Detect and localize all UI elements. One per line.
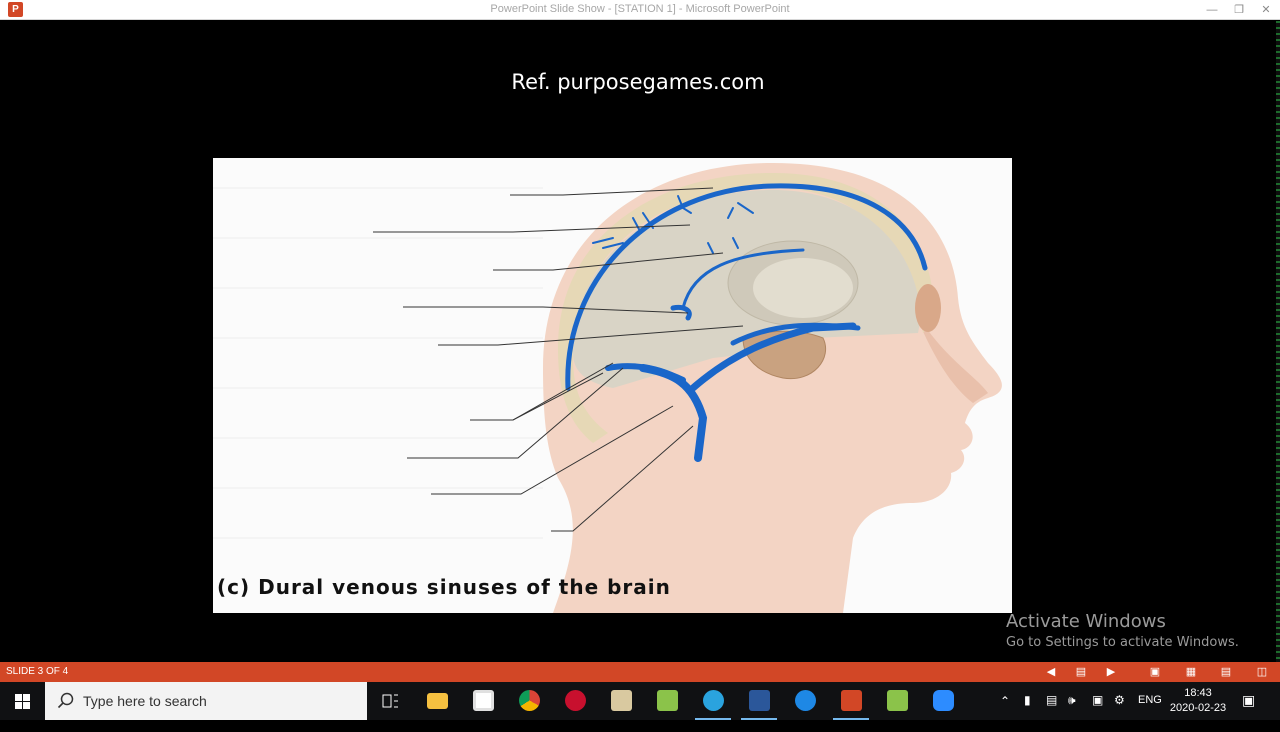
word-icon	[749, 690, 770, 711]
normal-view-icon[interactable]: ▣	[1147, 665, 1163, 679]
taskbar-store[interactable]	[463, 686, 503, 716]
task-view-icon	[382, 694, 398, 708]
taskbar-telegram[interactable]	[693, 686, 733, 720]
zoom-icon	[933, 690, 954, 711]
taskbar-search-box[interactable]: Type here to search	[45, 682, 367, 720]
reading-view-icon[interactable]: ▤	[1218, 665, 1234, 679]
clock-date: 2020-02-23	[1169, 702, 1227, 714]
slideshow-statusbar: SLIDE 3 OF 4 ◀ ▤ ▶ ▣ ▦ ▤ ◫	[0, 662, 1280, 682]
next-slide-icon[interactable]: ▶	[1103, 665, 1119, 679]
restore-button[interactable]: ❐	[1229, 2, 1249, 18]
slide-reference-text: Ref. purposegames.com	[511, 70, 765, 94]
slide-sorter-icon[interactable]: ▦	[1183, 665, 1199, 679]
watermark-title: Activate Windows	[1006, 611, 1166, 632]
taskbar-edge[interactable]	[785, 686, 825, 716]
activate-windows-watermark: Activate Windows Go to Settings to activ…	[1006, 611, 1239, 650]
search-placeholder: Type here to search	[83, 693, 207, 709]
edge-icon	[795, 690, 816, 711]
slide-indicator: SLIDE 3 OF 4	[6, 666, 69, 677]
taskbar-chrome[interactable]	[509, 686, 549, 716]
window-title: PowerPoint Slide Show - [STATION 1] - Mi…	[490, 3, 790, 15]
scroll-edge	[1276, 21, 1280, 662]
powerpoint-icon	[841, 690, 862, 711]
taskbar-file-explorer[interactable]	[417, 686, 457, 716]
volume-icon[interactable]: 🕪	[1068, 693, 1076, 731]
start-button[interactable]	[0, 682, 45, 720]
taskbar-zoom[interactable]	[923, 686, 963, 716]
slide-canvas[interactable]: Ref. purposegames.com (c) Dural venous s…	[0, 21, 1276, 662]
notification-area-icon[interactable]: ▣	[1092, 693, 1103, 731]
taskbar-mcafee[interactable]	[555, 686, 595, 716]
folder-icon	[427, 693, 448, 709]
close-button[interactable]: ✕	[1256, 2, 1276, 18]
head-illustration	[213, 163, 1002, 613]
telegram-icon	[703, 690, 724, 711]
figure-caption: (c) Dural venous sinuses of the brain	[217, 575, 671, 599]
taskbar-powerpoint[interactable]	[831, 686, 871, 720]
network-icon[interactable]: ▤	[1046, 693, 1057, 731]
taskbar-image-viewer[interactable]	[601, 686, 641, 716]
minimize-button[interactable]: —	[1202, 2, 1222, 18]
action-center-icon[interactable]: ▣	[1242, 692, 1255, 730]
clock-time: 18:43	[1184, 687, 1212, 699]
mcafee-shield-icon	[565, 690, 586, 711]
show-hidden-icons-chevron-icon[interactable]: ⌃	[1000, 694, 1010, 732]
taskbar-clock[interactable]: 18:43 2020-02-23	[1168, 686, 1228, 716]
language-indicator[interactable]: ENG	[1138, 694, 1162, 732]
watermark-subtitle: Go to Settings to activate Windows.	[1006, 635, 1239, 650]
search-icon	[57, 692, 74, 709]
sticky-notes-icon	[887, 690, 908, 711]
slideshow-view-icon[interactable]: ◫	[1254, 665, 1270, 679]
menu-icon[interactable]: ▤	[1073, 665, 1089, 679]
previous-slide-icon[interactable]: ◀	[1043, 665, 1059, 679]
windows-taskbar: Type here to search ⌃ ▮ ▤ 🕪 ▣ ⚙ ENG 18:4…	[0, 682, 1280, 720]
sticky-notes-icon	[657, 690, 678, 711]
taskbar-notes[interactable]	[647, 686, 687, 716]
window-titlebar: P PowerPoint Slide Show - [STATION 1] - …	[0, 0, 1280, 20]
store-bag-icon	[473, 690, 494, 711]
taskbar-notes-2[interactable]	[877, 686, 917, 716]
chrome-icon	[519, 690, 540, 711]
image-viewer-icon	[611, 690, 632, 711]
windows-logo-icon	[15, 694, 30, 709]
taskbar-word[interactable]	[739, 686, 779, 720]
anatomy-figure: (c) Dural venous sinuses of the brain	[213, 158, 1012, 613]
task-view-button[interactable]	[370, 686, 410, 716]
settings-gear-icon[interactable]: ⚙	[1114, 693, 1125, 731]
battery-icon[interactable]: ▮	[1024, 693, 1031, 731]
